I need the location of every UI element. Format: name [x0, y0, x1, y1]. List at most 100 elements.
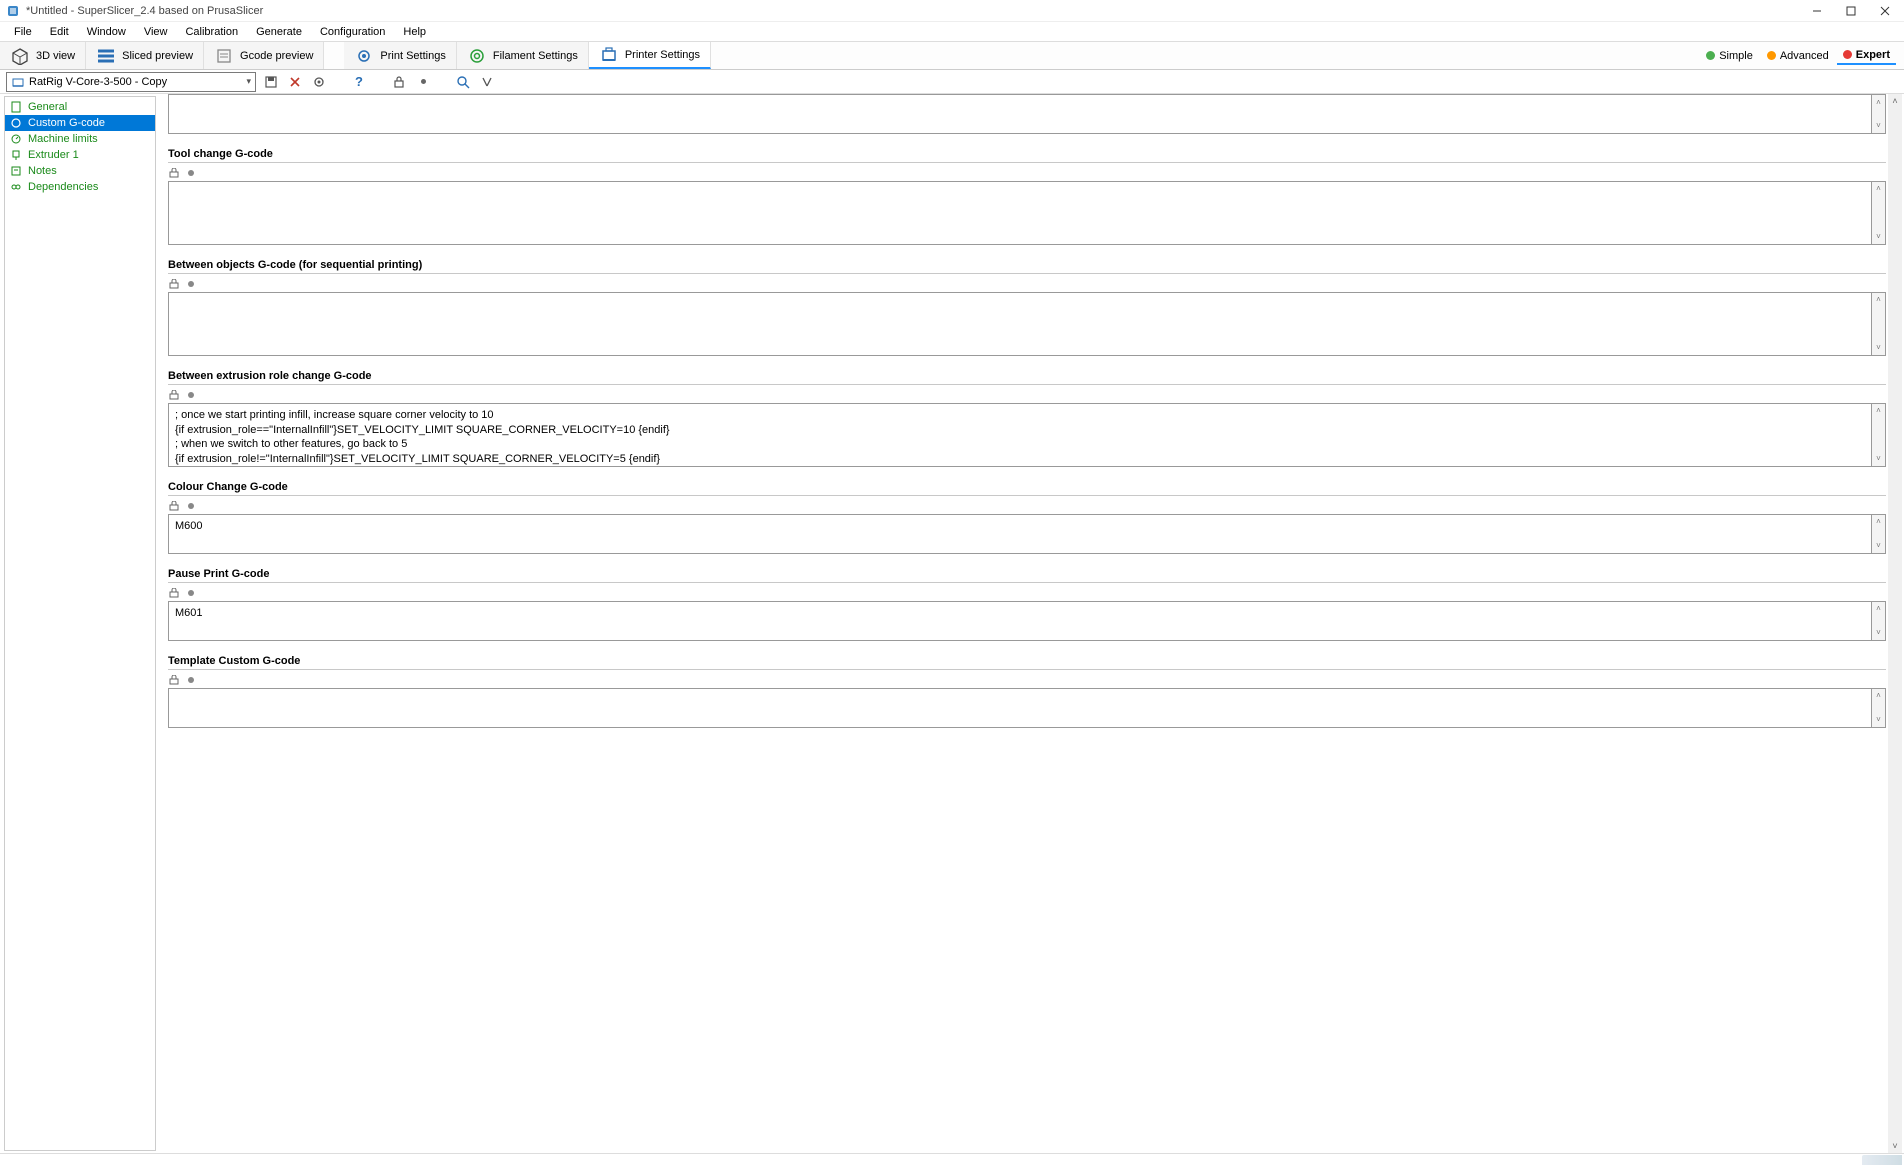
scroll-down-icon[interactable]: ˅: [1872, 626, 1885, 640]
tab-print-settings-label: Print Settings: [380, 50, 445, 62]
help-button[interactable]: ?: [350, 73, 368, 91]
section-title: Pause Print G-code: [168, 568, 1886, 583]
textarea-scroll[interactable]: ˄ ˅: [1872, 514, 1886, 554]
section-title: Between objects G-code (for sequential p…: [168, 259, 1886, 274]
textarea-scroll[interactable]: ˄ ˅: [1872, 292, 1886, 356]
scroll-up-icon[interactable]: ˄: [1872, 293, 1885, 307]
bullet-icon[interactable]: [188, 281, 194, 287]
textarea-scroll[interactable]: ˄ ˅: [1872, 403, 1886, 467]
menu-configuration[interactable]: Configuration: [312, 24, 393, 40]
save-profile-button[interactable]: [262, 73, 280, 91]
gcode-textarea-colour-change[interactable]: [168, 514, 1872, 554]
menu-file[interactable]: File: [6, 24, 40, 40]
menu-generate[interactable]: Generate: [248, 24, 310, 40]
profile-select[interactable]: RatRig V-Core-3-500 - Copy ▾: [6, 72, 256, 92]
printer-icon: [599, 45, 619, 65]
sidebar-item-general[interactable]: General: [5, 99, 155, 115]
menu-help[interactable]: Help: [395, 24, 434, 40]
scroll-up-icon[interactable]: ˄: [1872, 515, 1885, 529]
gear-icon: [354, 46, 374, 66]
bullet-icon[interactable]: [188, 170, 194, 176]
scroll-up-icon[interactable]: ˄: [1872, 182, 1885, 196]
tab-sliced-preview[interactable]: Sliced preview: [86, 42, 204, 69]
gcode-textarea-partial[interactable]: [168, 94, 1872, 134]
compare-button[interactable]: [478, 73, 496, 91]
tab-filament-settings[interactable]: Filament Settings: [457, 42, 589, 69]
statusbar: [0, 1153, 1904, 1165]
sidebar-item-dependencies[interactable]: Dependencies: [5, 179, 155, 195]
scroll-down-icon[interactable]: ˅: [1872, 119, 1885, 133]
lock-icon[interactable]: [168, 389, 180, 401]
gcode-textarea-between-extrusion[interactable]: [168, 403, 1872, 467]
bullet-icon[interactable]: [188, 677, 194, 683]
tab-printer-settings[interactable]: Printer Settings: [589, 42, 711, 69]
tab-print-settings[interactable]: Print Settings: [344, 42, 456, 69]
scroll-down-icon[interactable]: ˅: [1872, 539, 1885, 553]
dot-green-icon: [1706, 51, 1715, 60]
gcode-textarea-template-custom[interactable]: [168, 688, 1872, 728]
lock-icon[interactable]: [168, 587, 180, 599]
scroll-down-icon[interactable]: ˅: [1872, 230, 1885, 244]
bullet-icon[interactable]: [188, 590, 194, 596]
scroll-up-icon[interactable]: ˄: [1872, 95, 1885, 109]
section-between-extrusion: Between extrusion role change G-code ˄ ˅: [168, 370, 1886, 467]
bullet-toolbar-icon[interactable]: [414, 73, 432, 91]
menu-view[interactable]: View: [136, 24, 176, 40]
menu-edit[interactable]: Edit: [42, 24, 77, 40]
layers-icon: [96, 46, 116, 66]
resize-grip-icon[interactable]: [1862, 1155, 1902, 1165]
settings-gear-button[interactable]: [310, 73, 328, 91]
bullet-icon[interactable]: [188, 392, 194, 398]
section-title: Template Custom G-code: [168, 655, 1886, 670]
lock-toolbar-button[interactable]: [390, 73, 408, 91]
mode-simple[interactable]: Simple: [1700, 48, 1759, 64]
gcode-textarea-pause-print[interactable]: [168, 601, 1872, 641]
minimize-button[interactable]: [1800, 0, 1834, 22]
search-button[interactable]: [454, 73, 472, 91]
tab-gcode-preview[interactable]: Gcode preview: [204, 42, 324, 69]
scroll-down-icon[interactable]: ˅: [1892, 1139, 1897, 1153]
content-scrollbar[interactable]: ˄ ˅: [1888, 94, 1902, 1153]
mode-expert[interactable]: Expert: [1837, 47, 1896, 65]
scroll-up-icon[interactable]: ˄: [1872, 404, 1885, 418]
sidebar-item-extruder-1[interactable]: Extruder 1: [5, 147, 155, 163]
section-title: Tool change G-code: [168, 148, 1886, 163]
maximize-button[interactable]: [1834, 0, 1868, 22]
lock-icon[interactable]: [168, 674, 180, 686]
lock-icon[interactable]: [168, 278, 180, 290]
tab-printer-settings-label: Printer Settings: [625, 49, 700, 61]
section-title: Between extrusion role change G-code: [168, 370, 1886, 385]
close-button[interactable]: [1868, 0, 1902, 22]
scroll-up-icon[interactable]: ˄: [1872, 602, 1885, 616]
lock-icon[interactable]: [168, 167, 180, 179]
sidebar-item-machine-limits[interactable]: Machine limits: [5, 131, 155, 147]
section-between-objects: Between objects G-code (for sequential p…: [168, 259, 1886, 356]
scroll-down-icon[interactable]: ˅: [1872, 713, 1885, 727]
lock-icon[interactable]: [168, 500, 180, 512]
tab-3d-view[interactable]: 3D view: [0, 42, 86, 69]
textarea-scroll[interactable]: ˄ ˅: [1872, 181, 1886, 245]
mode-advanced[interactable]: Advanced: [1761, 48, 1835, 64]
menu-calibration[interactable]: Calibration: [177, 24, 246, 40]
scroll-up-icon[interactable]: ˄: [1872, 689, 1885, 703]
sidebar-item-label: Dependencies: [27, 181, 99, 193]
dot-orange-icon: [1767, 51, 1776, 60]
bullet-icon[interactable]: [188, 503, 194, 509]
scroll-down-icon[interactable]: ˅: [1872, 341, 1885, 355]
delete-profile-button[interactable]: [286, 73, 304, 91]
extruder-icon: [9, 148, 23, 162]
gcode-textarea-between-objects[interactable]: [168, 292, 1872, 356]
sidebar-item-custom-gcode[interactable]: Custom G-code: [5, 115, 155, 131]
app-icon: [6, 4, 20, 18]
textarea-scroll[interactable]: ˄ ˅: [1872, 688, 1886, 728]
sidebar-item-notes[interactable]: Notes: [5, 163, 155, 179]
gcode-icon: [214, 46, 234, 66]
textarea-scroll[interactable]: ˄ ˅: [1872, 94, 1886, 134]
mode-advanced-label: Advanced: [1780, 50, 1829, 62]
mode-simple-label: Simple: [1719, 50, 1753, 62]
scroll-down-icon[interactable]: ˅: [1872, 452, 1885, 466]
scroll-up-icon[interactable]: ˄: [1892, 94, 1897, 108]
textarea-scroll[interactable]: ˄ ˅: [1872, 601, 1886, 641]
gcode-textarea-tool-change[interactable]: [168, 181, 1872, 245]
menu-window[interactable]: Window: [79, 24, 134, 40]
